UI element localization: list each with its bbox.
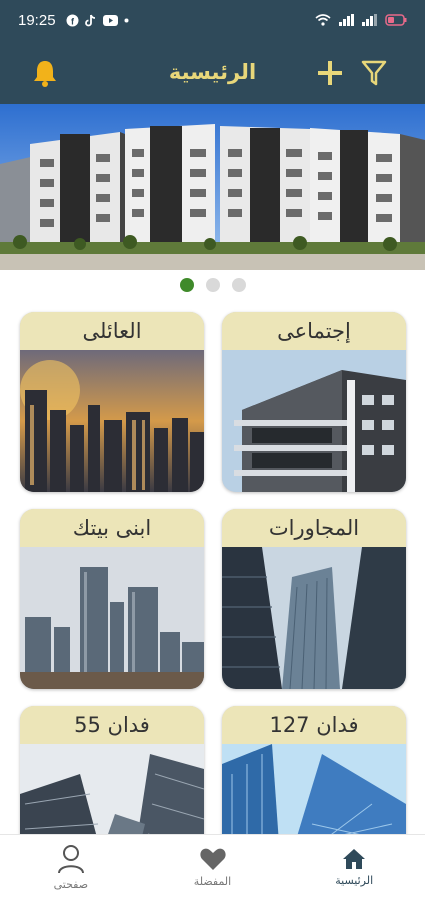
category-card-family[interactable]: العائلى [20, 312, 204, 492]
status-bar: 19:25 f [0, 0, 425, 40]
signal-2-icon [362, 14, 377, 26]
nav-label-profile: صفحتى [53, 878, 89, 891]
carousel-dot-3[interactable] [231, 278, 246, 292]
nav-item-profile[interactable]: صفحتى [0, 835, 142, 900]
downtown-skyline-image [20, 547, 204, 689]
battery-icon [385, 14, 407, 26]
bell-icon[interactable] [30, 58, 60, 92]
category-card-build-your-home[interactable]: ابنى بيتك [20, 509, 204, 689]
youtube-icon [102, 14, 118, 26]
carousel-indicator [0, 278, 425, 292]
carousel-dot-1[interactable] [179, 278, 194, 292]
hero-banner-image[interactable] [0, 104, 425, 270]
category-label: إجتماعى [222, 312, 406, 350]
signal-icon [339, 14, 354, 26]
app-bar: الرئيسية [0, 40, 425, 104]
nav-item-home[interactable]: الرئيسية [283, 835, 425, 900]
nav-label-favorites: المفضلة [193, 875, 232, 888]
facebook-icon: f [66, 14, 79, 26]
notification-icons: f [66, 14, 129, 27]
more-dot-icon [124, 18, 129, 22]
glass-tower-image [222, 547, 406, 689]
status-time: 19:25 [18, 11, 56, 29]
category-card-social[interactable]: إجتماعى [222, 312, 406, 492]
home-icon [343, 849, 366, 869]
page-title: الرئيسية [168, 60, 257, 84]
add-icon[interactable] [316, 58, 344, 92]
category-label: المجاورات [222, 509, 406, 547]
carousel-dot-2[interactable] [205, 278, 220, 292]
category-label: العائلى [20, 312, 204, 350]
nav-item-favorites[interactable]: المفضلة [142, 835, 284, 900]
category-label: 55 فدان [20, 706, 204, 744]
modern-building-image [222, 350, 406, 492]
category-card-neighborhoods[interactable]: المجاورات [222, 509, 406, 689]
person-icon [57, 845, 84, 874]
category-label: ابنى بيتك [20, 509, 204, 547]
tiktok-icon [84, 14, 95, 26]
wifi-icon [315, 14, 331, 26]
bottom-navigation: صفحتى المفضلة الرئيسية [0, 834, 425, 900]
heart-icon [199, 848, 226, 870]
category-label: 127 فدان [222, 706, 406, 744]
nav-label-home: الرئيسية [335, 874, 374, 887]
filter-icon[interactable] [360, 58, 388, 92]
sunset-city-image [20, 350, 204, 492]
